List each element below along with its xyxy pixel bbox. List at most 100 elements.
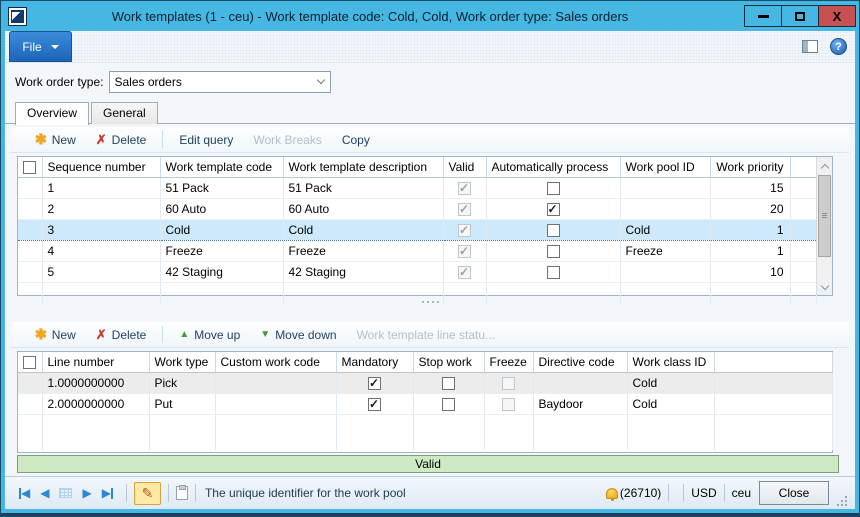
column-header-automatically-process[interactable]: Automatically process (486, 157, 620, 177)
previous-record-button[interactable]: ◀ (40, 486, 49, 500)
stop-work-checkbox[interactable] (442, 377, 455, 390)
tab-overview[interactable]: Overview (15, 102, 89, 125)
maximize-button[interactable] (781, 5, 819, 27)
column-header-filler (714, 352, 832, 372)
move-down-button[interactable]: ▼ Move down (250, 324, 346, 346)
work-templates-grid: Sequence number Work template code Work … (17, 156, 833, 296)
delete-button-label: Delete (112, 133, 147, 147)
last-record-button[interactable]: ▶ (102, 486, 113, 500)
edit-record-button[interactable]: ✎ (134, 482, 161, 505)
mandatory-checkbox[interactable] (368, 398, 381, 411)
mandatory-checkbox[interactable] (368, 377, 381, 390)
select-all-header[interactable] (18, 157, 42, 177)
column-header-filler (790, 157, 816, 177)
column-header-work-type[interactable]: Work type (149, 352, 215, 372)
header-row: Line number Work type Custom work code M… (18, 352, 832, 372)
move-up-icon: ▲ (179, 329, 189, 340)
next-record-button[interactable]: ▶ (82, 486, 91, 500)
statusbar-separator (724, 484, 725, 502)
edit-query-label: Edit query (179, 133, 233, 147)
toolbar-separator (162, 326, 163, 343)
column-header-freeze[interactable]: Freeze (484, 352, 533, 372)
move-up-label: Move up (194, 328, 240, 342)
select-all-header[interactable] (18, 352, 42, 372)
help-icon[interactable]: ? (830, 38, 847, 55)
scrollbar-thumb[interactable] (818, 175, 831, 257)
column-header-work-template-code[interactable]: Work template code (160, 157, 283, 177)
paste-icon[interactable] (176, 486, 188, 500)
table-row[interactable]: 260 Auto60 Auto 20 (18, 198, 816, 219)
row-selector[interactable] (18, 261, 42, 282)
table-row[interactable]: 542 Staging42 Staging 10 (18, 261, 816, 282)
column-header-mandatory[interactable]: Mandatory (336, 352, 413, 372)
move-up-button[interactable]: ▲ Move up (169, 324, 250, 346)
copy-button[interactable]: Copy (332, 129, 380, 151)
resize-grip[interactable] (837, 496, 847, 506)
new-line-button[interactable]: ✱ New (25, 324, 86, 346)
column-header-work-template-description[interactable]: Work template description (283, 157, 443, 177)
company-field[interactable]: ceu (732, 486, 751, 500)
statusbar-separator (126, 484, 127, 502)
row-selector[interactable] (18, 177, 42, 198)
row-selector[interactable] (18, 393, 42, 414)
row-selector[interactable] (18, 372, 42, 393)
automatically-process-checkbox[interactable] (547, 182, 560, 195)
tab-general[interactable]: General (91, 102, 158, 124)
freeze-checkbox (502, 377, 515, 390)
column-header-sequence-number[interactable]: Sequence number (42, 157, 160, 177)
automatically-process-checkbox[interactable] (547, 266, 560, 279)
delete-line-button[interactable]: ✗ Delete (86, 324, 157, 346)
table-row[interactable]: 2.0000000000Put BaydoorCold (18, 393, 832, 414)
chevron-down-icon (51, 45, 59, 49)
toolbar-separator (162, 131, 163, 148)
delete-button[interactable]: ✗ Delete (86, 129, 157, 151)
column-header-work-priority[interactable]: Work priority (710, 157, 790, 177)
row-selector[interactable] (18, 219, 42, 240)
layout-icon[interactable] (802, 40, 818, 53)
statusbar-separator (168, 484, 169, 502)
table-row[interactable]: 151 Pack51 Pack 15 (18, 177, 816, 198)
row-selector[interactable] (18, 198, 42, 219)
automatically-process-checkbox[interactable] (547, 203, 560, 216)
alert-bell-icon[interactable] (606, 488, 618, 499)
column-header-stop-work[interactable]: Stop work (413, 352, 484, 372)
automatically-process-checkbox[interactable] (547, 224, 560, 237)
close-window-button[interactable]: X (818, 5, 856, 27)
currency-field[interactable]: USD (691, 486, 716, 500)
scroll-up-button[interactable] (817, 158, 832, 174)
header-row: Sequence number Work template code Work … (18, 157, 816, 177)
column-header-valid[interactable]: Valid (443, 157, 486, 177)
edit-query-button[interactable]: Edit query (169, 129, 243, 151)
column-header-work-class-id[interactable]: Work class ID (627, 352, 714, 372)
work-template-line-status-button: Work template line statu... (347, 324, 506, 346)
delete-icon: ✗ (96, 132, 107, 148)
grid-view-icon[interactable] (59, 488, 72, 498)
select-all-checkbox[interactable] (23, 161, 36, 174)
file-menu-button[interactable]: File (9, 31, 72, 62)
move-down-icon: ▼ (260, 329, 270, 340)
select-all-checkbox[interactable] (23, 356, 36, 369)
column-header-line-number[interactable]: Line number (42, 352, 149, 372)
minimize-button[interactable] (744, 5, 782, 27)
automatically-process-checkbox[interactable] (547, 245, 560, 258)
row-selector[interactable] (18, 240, 42, 261)
first-record-button[interactable]: ◀ (19, 486, 30, 500)
column-header-work-pool-id[interactable]: Work pool ID (620, 157, 710, 177)
new-button[interactable]: ✱ New (25, 129, 86, 151)
table-row-selected[interactable]: 3ColdCold Cold1 (18, 219, 816, 240)
table-row[interactable]: 4FreezeFreeze Freeze1 (18, 240, 816, 261)
valid-checkbox (458, 224, 471, 237)
record-navigation: ◀ ◀ ▶ ▶ (13, 486, 119, 500)
work-order-type-select[interactable]: Sales orders (109, 71, 331, 93)
column-header-custom-work-code[interactable]: Custom work code (215, 352, 336, 372)
table-row-selected[interactable]: 1.0000000000Pick Cold (18, 372, 832, 393)
alert-count[interactable]: (26710) (620, 486, 661, 500)
close-button[interactable]: Close (759, 481, 829, 505)
title-bar: Work templates (1 - ceu) - Work template… (1, 1, 859, 31)
vertical-scrollbar[interactable] (816, 157, 832, 295)
column-header-directive-code[interactable]: Directive code (533, 352, 627, 372)
scroll-down-button[interactable] (817, 278, 832, 294)
stop-work-checkbox[interactable] (442, 398, 455, 411)
delete-icon: ✗ (96, 327, 107, 343)
templates-toolbar: ✱ New ✗ Delete Edit query Work Breaks Co… (11, 127, 849, 153)
